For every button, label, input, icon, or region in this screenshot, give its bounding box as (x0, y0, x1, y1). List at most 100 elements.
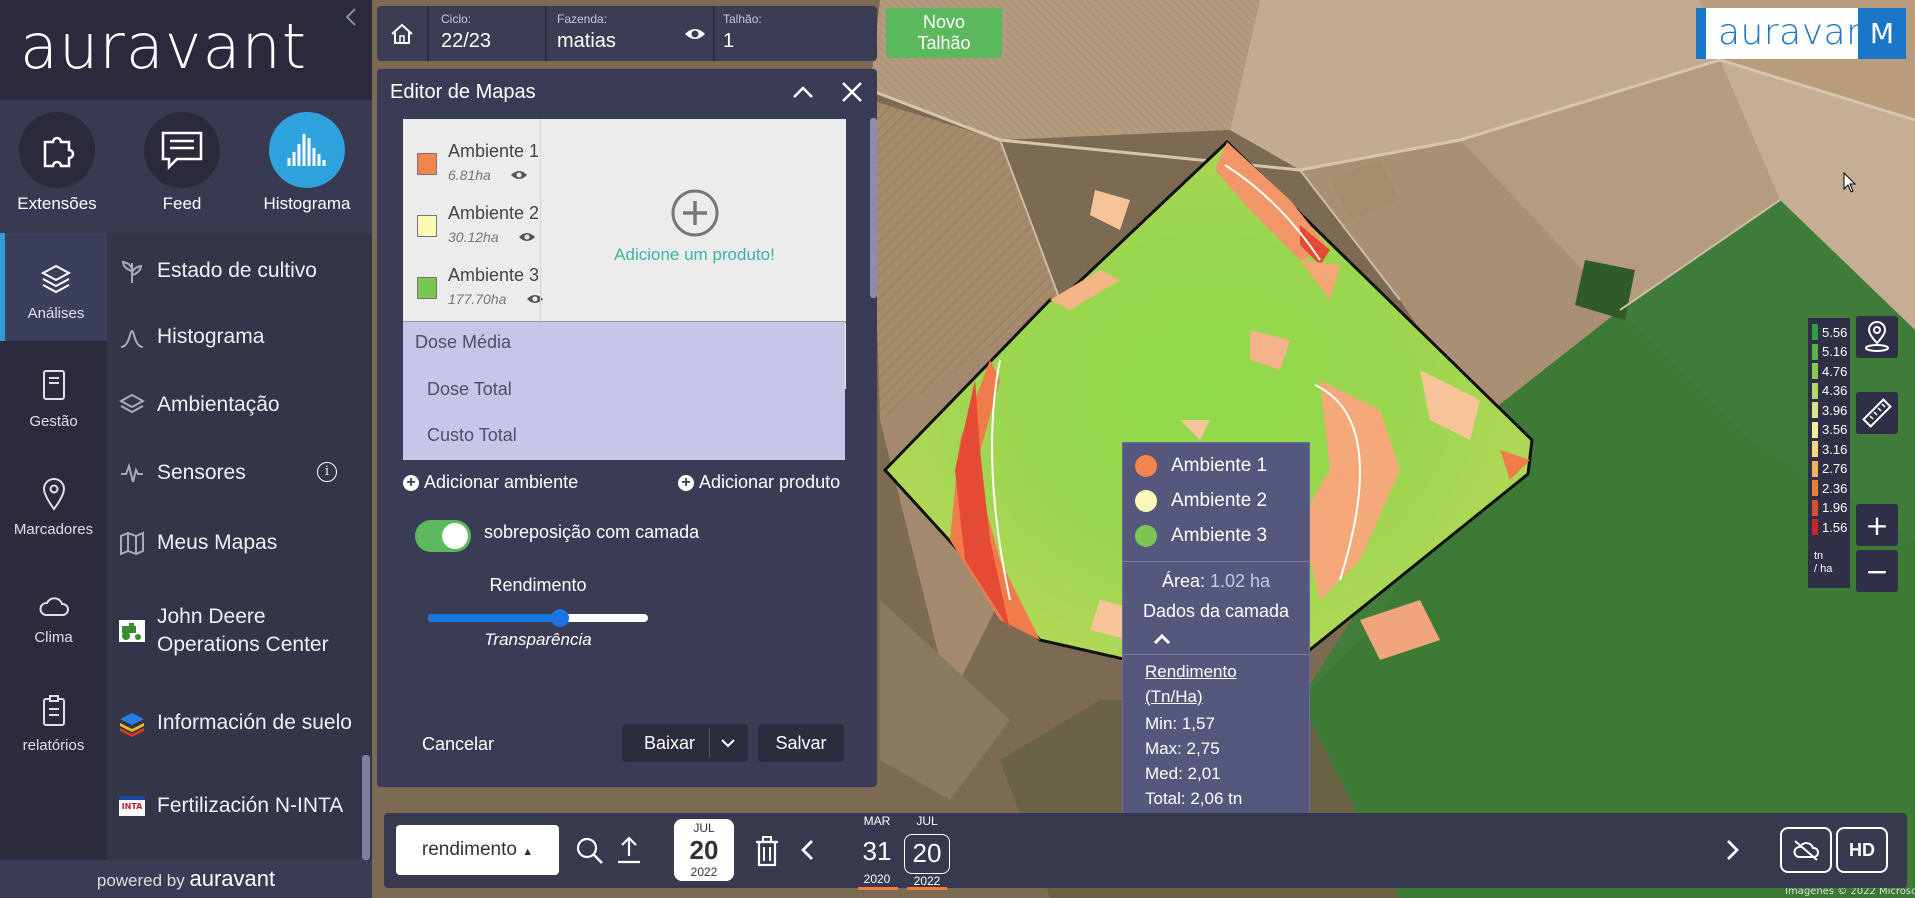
submenu-john-deere[interactable]: John Deere Operations Center (107, 589, 372, 673)
tractor-icon (119, 620, 145, 642)
layer-title: Rendimento (Tn/Ha) (1145, 662, 1237, 706)
cancel-button[interactable]: Cancelar (422, 732, 494, 756)
cloud-filter-button[interactable] (1780, 827, 1832, 873)
zoom-out-button[interactable]: − (1856, 550, 1898, 592)
upload-icon[interactable] (614, 834, 644, 866)
selected-date-month: JUL (693, 821, 715, 835)
submenu-estado-cultivo[interactable]: Estado de cultivo (107, 253, 372, 289)
nav-marcadores-label: Marcadores (13, 521, 94, 538)
add-product-area[interactable]: Adicione um produto! (543, 119, 846, 321)
brand-badge[interactable]: auravant M (1696, 8, 1906, 59)
histogram-icon (287, 134, 326, 166)
submenu-histograma[interactable]: Histograma (107, 319, 372, 355)
scale-row: 3.56 (1812, 421, 1847, 438)
submenu-meus-mapas[interactable]: Meus Mapas (107, 525, 372, 561)
eye-icon[interactable] (525, 291, 545, 307)
scale-swatch (1812, 499, 1818, 516)
overlay-label: sobreposição com camada (484, 522, 700, 542)
add-environment-link[interactable]: + Adicionar ambiente (403, 472, 578, 493)
chevron-up-icon[interactable] (1153, 633, 1171, 645)
eye-icon (685, 29, 705, 39)
chevron-down-icon[interactable] (720, 736, 736, 750)
chevron-right-icon[interactable] (1724, 838, 1742, 862)
download-button[interactable]: Baixar (622, 724, 748, 762)
location-pin-button[interactable] (1856, 316, 1898, 358)
farm-selector[interactable]: Fazenda: matias (557, 6, 677, 61)
slider-thumb[interactable] (551, 609, 569, 627)
info-icon[interactable]: i (317, 462, 337, 482)
close-icon[interactable] (839, 79, 865, 105)
new-field-line1: Novo (922, 12, 966, 32)
submenu-label: Ambientação (157, 393, 280, 416)
ruler-button[interactable] (1856, 392, 1898, 434)
scale-value: 3.16 (1822, 441, 1848, 457)
trash-icon[interactable] (753, 835, 781, 867)
ruler-icon (1862, 398, 1892, 428)
search-icon[interactable] (575, 836, 605, 866)
home-button[interactable] (377, 6, 427, 61)
nav-relatorios[interactable]: relatórios (0, 665, 107, 773)
submenu-sensores[interactable]: Sensores i (107, 455, 372, 491)
save-button[interactable]: Salvar (758, 724, 844, 762)
quick-histogram-button[interactable]: Histograma (252, 112, 362, 214)
ambiente-1-swatch[interactable] (417, 153, 437, 175)
layer-data-toggle[interactable]: Dados da camada (1123, 601, 1309, 622)
add-product-link[interactable]: + Adicionar produto (678, 472, 840, 493)
selected-date[interactable]: JUL 20 2022 (674, 819, 734, 881)
submenu-ambientacao[interactable]: Ambientação (107, 387, 372, 423)
ambiente-row[interactable]: Ambiente 1 6.81ha (403, 129, 540, 191)
scale-unit: tn / ha (1814, 550, 1833, 575)
add-product-text: Adicione um produto! (614, 245, 775, 264)
app-logo[interactable]: auravant (0, 0, 372, 100)
nav-gestao[interactable]: Gestão (0, 341, 107, 449)
nav-gestao-label: Gestão (29, 413, 78, 430)
collapse-sidebar-icon[interactable] (344, 6, 362, 30)
hd-toggle-button[interactable]: HD (1836, 827, 1888, 873)
ambiente-row[interactable]: Ambiente 3 177.70ha (403, 253, 543, 315)
layer-selector[interactable]: rendimento ▲ (396, 825, 559, 875)
cycle-selector[interactable]: Ciclo: 22/23 (441, 6, 541, 61)
nav-marcadores[interactable]: Marcadores (0, 449, 107, 557)
stack-icon (120, 713, 144, 737)
farm-visibility-toggle[interactable] (677, 6, 713, 61)
mouse-cursor-icon (1843, 172, 1857, 193)
legend-item: Ambiente 1 (1135, 455, 1267, 477)
yield-color-scale: 5.56 5.16 4.76 4.36 3.96 3.56 3.16 2.76 2.36 1.96… (1808, 318, 1850, 588)
quick-extensions-button[interactable]: Extensões (2, 112, 112, 214)
legend-item: Ambiente 3 (1135, 525, 1267, 547)
zoom-in-button[interactable]: + (1856, 504, 1898, 546)
nav-clima[interactable]: Clima (0, 557, 107, 665)
new-field-button[interactable]: Novo Talhão (886, 8, 1002, 58)
scale-row: 2.36 (1812, 480, 1847, 496)
field-selector[interactable]: Talhão: 1 (723, 6, 863, 61)
ambiente-3-swatch[interactable] (417, 277, 437, 299)
ambiente-row[interactable]: Ambiente 2 30.12ha (403, 191, 540, 253)
submenu-informacion-suelo[interactable]: Información de suelo (107, 693, 372, 753)
editor-scrollbar[interactable] (870, 118, 877, 298)
collapse-panel-icon[interactable] (790, 79, 816, 105)
add-product-label: Adicionar produto (699, 472, 841, 492)
submenu-fertilizacion[interactable]: INTA Fertilización N-INTA (107, 776, 372, 836)
nav-analises[interactable]: Análises (0, 233, 107, 341)
timeline-date[interactable]: JUL 20 2022 (897, 812, 957, 888)
ambiente-2-swatch[interactable] (417, 215, 437, 237)
area-value: 1.02 ha (1209, 571, 1271, 591)
chevron-left-icon[interactable] (798, 838, 816, 862)
eye-icon[interactable] (517, 229, 537, 245)
scale-row: 4.36 (1812, 382, 1847, 399)
eye-icon[interactable] (509, 167, 529, 183)
submenu-scrollbar[interactable] (362, 755, 370, 860)
sidebar: auravant Extensões Feed Histograma Análi… (0, 0, 372, 898)
transparency-slider[interactable] (428, 609, 648, 627)
quick-feed-button[interactable]: Feed (127, 112, 237, 214)
stat-min: Min: 1,57 (1145, 714, 1215, 733)
overlay-toggle[interactable] (415, 520, 471, 552)
quick-actions: Extensões Feed Histograma (0, 100, 372, 233)
legend-item: Ambiente 2 (1135, 490, 1267, 512)
field-label: Talhão: (723, 12, 762, 26)
cycle-value: 22/23 (441, 30, 492, 52)
ambiente-name: Ambiente 1 (448, 141, 540, 161)
layers-icon (119, 393, 145, 414)
scale-swatch (1812, 421, 1818, 438)
user-avatar[interactable]: M (1858, 8, 1906, 59)
